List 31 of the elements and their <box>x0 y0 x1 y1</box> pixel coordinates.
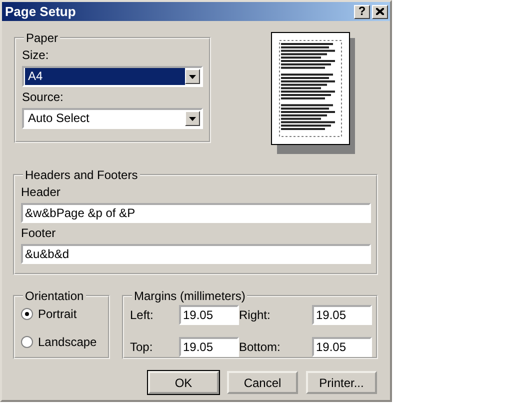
margin-input[interactable]: 19.05 <box>312 305 372 325</box>
group-label: Headers and Footers <box>24 168 139 182</box>
field-label: Left: <box>130 308 154 322</box>
margin-input[interactable]: 19.05 <box>179 305 239 325</box>
group-label: Orientation <box>24 289 85 303</box>
group-label: Margins (millimeters) <box>133 289 246 303</box>
close-button[interactable] <box>372 4 388 18</box>
radio-label[interactable]: Landscape <box>38 335 97 349</box>
field-label: Right: <box>239 308 272 322</box>
field-label: Header <box>21 185 62 199</box>
size-dropdown[interactable]: A4 <box>22 66 203 87</box>
dialog-button[interactable]: Cancel <box>227 371 298 394</box>
margin-input[interactable]: 19.05 <box>312 337 372 357</box>
dialog-button[interactable]: OK <box>148 371 219 394</box>
header-input[interactable]: &w&bPage &p of &P <box>21 203 371 223</box>
radio-label[interactable]: Portrait <box>38 307 77 321</box>
dialog-button[interactable]: Printer... <box>306 371 377 394</box>
field-label: Source: <box>22 90 64 104</box>
close-icon <box>376 8 384 15</box>
source-dropdown[interactable]: Auto Select <box>22 108 203 129</box>
group-label: Paper <box>25 31 60 45</box>
margin-input[interactable]: 19.05 <box>179 337 239 357</box>
field-label: Top: <box>130 340 154 354</box>
radio-button[interactable] <box>21 336 33 348</box>
field-label: Bottom: <box>239 340 282 354</box>
help-button[interactable]: ? <box>354 4 370 18</box>
field-label: Footer <box>21 226 57 240</box>
radio-button[interactable] <box>21 308 33 320</box>
window-title: Page Setup <box>5 4 76 19</box>
footer-input[interactable]: &u&b&d <box>21 244 371 264</box>
field-label: Size: <box>22 48 50 62</box>
